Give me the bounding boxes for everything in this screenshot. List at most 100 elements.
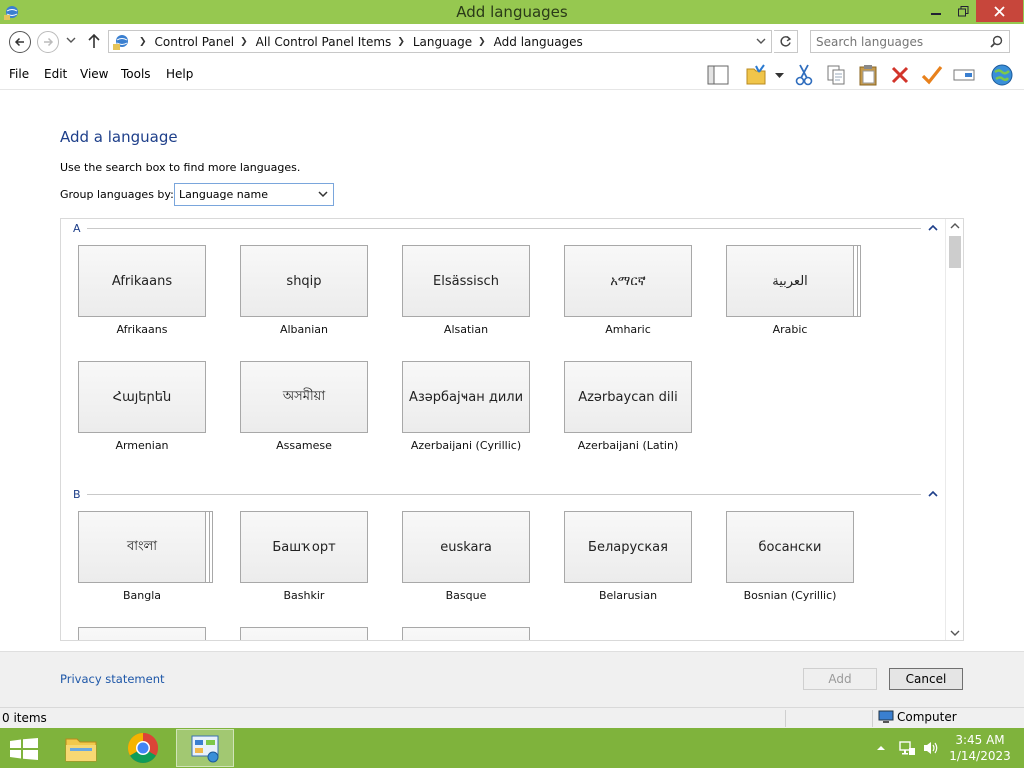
search-input[interactable] — [811, 31, 981, 52]
search-icon[interactable] — [990, 35, 1003, 48]
group-by-select[interactable]: Language name — [174, 183, 334, 206]
breadcrumb-all-items[interactable]: All Control Panel Items — [256, 35, 392, 49]
copy-button[interactable] — [824, 63, 848, 87]
language-tile[interactable]: বাংলা — [78, 511, 206, 583]
cancel-button[interactable]: Cancel — [889, 668, 963, 690]
vertical-scrollbar[interactable] — [945, 219, 963, 640]
language-tile[interactable]: العربية — [726, 245, 854, 317]
privacy-statement-link[interactable]: Privacy statement — [60, 672, 165, 686]
refresh-button[interactable] — [774, 30, 798, 53]
minimize-icon — [931, 13, 941, 15]
close-icon — [994, 5, 1005, 17]
language-tile[interactable] — [402, 627, 530, 640]
bottom-bar: Privacy statement Add Cancel — [0, 651, 1024, 707]
language-list[interactable]: A Afrikaans Afrikaans shqip Albanian Elsässis… — [60, 218, 964, 641]
pane-button[interactable] — [706, 63, 730, 87]
breadcrumb-add-languages[interactable]: Add languages — [494, 35, 583, 49]
cut-button[interactable] — [792, 63, 816, 87]
language-tile[interactable]: shqip — [240, 245, 368, 317]
globe-icon — [991, 64, 1013, 86]
language-tile[interactable]: Башҡорт — [240, 511, 368, 583]
menu-view[interactable]: View — [80, 67, 108, 81]
group-header-divider — [87, 494, 921, 495]
language-name: Albanian — [279, 323, 329, 336]
language-tile[interactable]: Azərbaycan dili — [564, 361, 692, 433]
windows-logo-icon — [10, 738, 38, 760]
taskbar-control-panel[interactable] — [176, 729, 234, 767]
language-name: Bashkir — [283, 589, 325, 602]
delete-button[interactable] — [888, 63, 912, 87]
properties-button[interactable] — [744, 63, 768, 87]
language-tile[interactable] — [240, 627, 368, 640]
start-button[interactable] — [10, 738, 38, 763]
language-tile[interactable]: euskara — [402, 511, 530, 583]
check-button[interactable] — [920, 63, 944, 87]
language-tile[interactable]: Elsässisch — [402, 245, 530, 317]
menu-file[interactable]: File — [9, 67, 29, 81]
check-icon — [921, 66, 943, 85]
paste-button[interactable] — [856, 63, 880, 87]
language-name: Azerbaijani (Cyrillic) — [410, 439, 522, 452]
scrollbar-thumb[interactable] — [949, 236, 961, 268]
language-tile[interactable]: Беларуская — [564, 511, 692, 583]
address-chevron-down-icon[interactable] — [755, 35, 767, 47]
status-bar: 0 items Computer — [0, 707, 1024, 728]
show-hidden-icons-chevron-up-icon[interactable] — [876, 744, 886, 752]
copy-icon — [827, 65, 845, 85]
language-native-name: euskara — [440, 539, 492, 555]
language-native-name: босански — [758, 539, 822, 555]
properties-chevron-down-icon[interactable] — [775, 73, 784, 79]
search-box[interactable] — [810, 30, 1010, 53]
back-button[interactable] — [9, 31, 31, 53]
group-by-label: Group languages by: — [60, 188, 174, 201]
language-native-name: Հայերեն — [112, 389, 172, 405]
language-tile[interactable] — [78, 627, 206, 640]
add-button[interactable]: Add — [803, 668, 877, 690]
network-icon[interactable] — [898, 740, 916, 756]
taskbar-file-explorer[interactable] — [52, 729, 110, 767]
language-tile[interactable]: Азәрбајҹан дили — [402, 361, 530, 433]
delete-icon — [891, 66, 909, 84]
restore-icon — [957, 5, 968, 16]
taskbar: 3:45 AM 1/14/2023 — [0, 728, 1024, 768]
language-tile[interactable]: Հայերեն — [78, 361, 206, 433]
globe-button[interactable] — [990, 63, 1014, 87]
group-header-letter: B — [73, 488, 81, 501]
rename-button[interactable] — [952, 63, 976, 87]
paste-icon — [859, 65, 877, 86]
breadcrumb-language[interactable]: Language — [413, 35, 472, 49]
language-tile[interactable]: অসমীয়া — [240, 361, 368, 433]
menu-help[interactable]: Help — [166, 67, 193, 81]
chevron-down-icon — [318, 191, 328, 198]
taskbar-chrome[interactable] — [114, 729, 172, 767]
forward-button[interactable] — [37, 31, 59, 53]
language-native-name: Башҡорт — [272, 539, 336, 555]
language-tile[interactable]: Afrikaans — [78, 245, 206, 317]
address-bar[interactable]: ❯ Control Panel ❯ All Control Panel Item… — [108, 30, 772, 53]
breadcrumb-separator-icon[interactable]: ❯ — [240, 37, 248, 47]
language-name: Arabic — [772, 323, 808, 336]
title-bar: Add languages — [0, 0, 1024, 24]
language-tile[interactable]: አማርኛ — [564, 245, 692, 317]
volume-icon[interactable] — [922, 740, 940, 756]
menu-tools[interactable]: Tools — [121, 67, 151, 81]
restore-button[interactable] — [950, 0, 976, 22]
address-row: ❯ Control Panel ❯ All Control Panel Item… — [0, 24, 1024, 58]
breadcrumb-control-panel[interactable]: Control Panel — [155, 35, 235, 49]
collapse-group-chevron-up-icon[interactable] — [928, 490, 938, 498]
breadcrumb-separator-icon[interactable]: ❯ — [478, 37, 486, 47]
breadcrumb-separator-icon[interactable]: ❯ — [139, 37, 147, 47]
breadcrumb-separator-icon[interactable]: ❯ — [397, 37, 405, 47]
clock[interactable]: 3:45 AM 1/14/2023 — [948, 732, 1012, 764]
minimize-button[interactable] — [920, 0, 952, 22]
language-native-name: অসমীয়া — [282, 388, 326, 404]
language-tile[interactable]: босански — [726, 511, 854, 583]
scroll-down-arrow-icon[interactable] — [950, 629, 960, 637]
collapse-group-chevron-up-icon[interactable] — [928, 224, 938, 232]
scroll-up-arrow-icon[interactable] — [950, 222, 960, 230]
up-arrow-icon[interactable] — [87, 33, 101, 49]
language-name: Alsatian — [443, 323, 489, 336]
recent-locations-chevron-icon[interactable] — [66, 36, 76, 44]
close-button[interactable] — [976, 0, 1023, 22]
menu-edit[interactable]: Edit — [44, 67, 67, 81]
